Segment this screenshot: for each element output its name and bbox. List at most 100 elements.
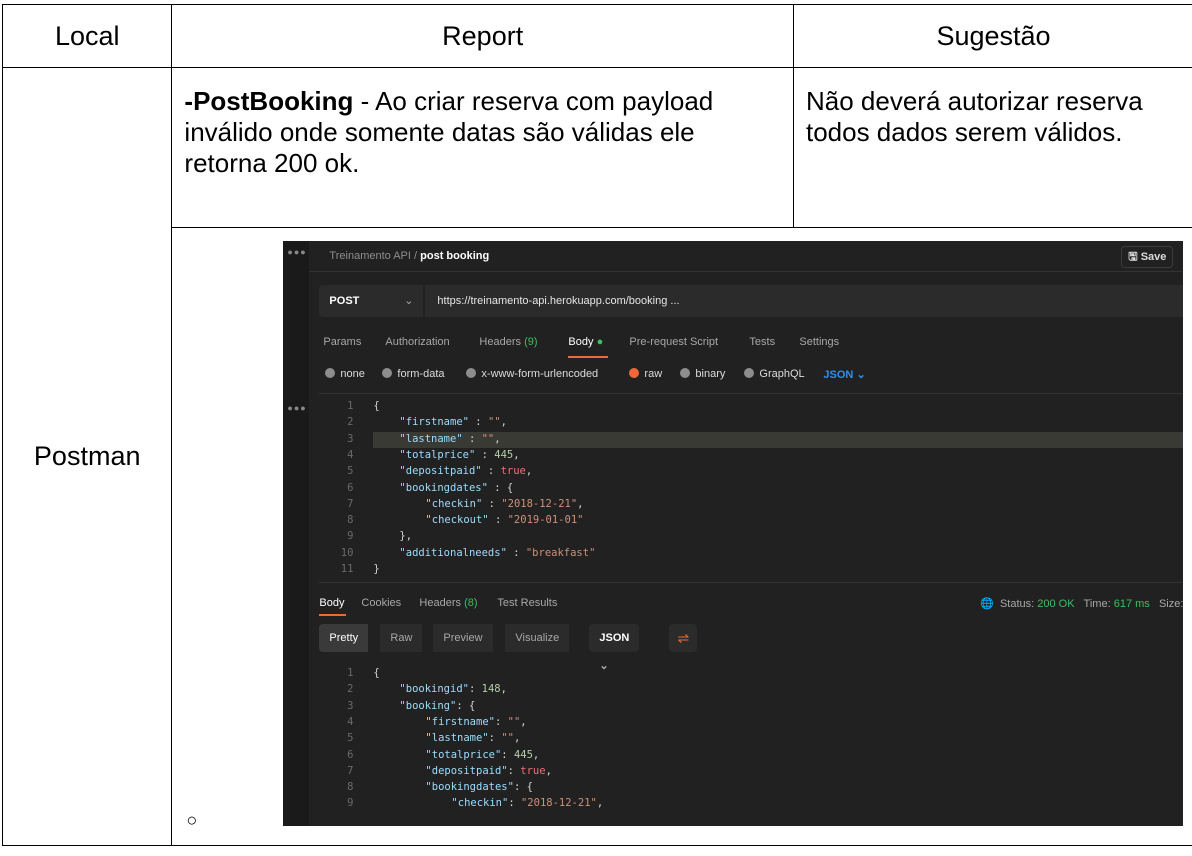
code-line: "firstname": "", [425, 715, 527, 728]
screenshot-cell: ●●● ●●● Treinamento API / post booking 🖫… [171, 227, 1192, 846]
tab-headers[interactable]: Headers (9) [479, 336, 537, 348]
code-line: { [373, 667, 380, 679]
radio-graphql[interactable]: GraphQL [744, 368, 805, 380]
breadcrumb: Treinamento API / post booking [329, 250, 490, 262]
line-number: 9 [347, 530, 354, 543]
radio-x-www-form-urlencoded[interactable]: x-www-form-urlencoded [466, 368, 598, 380]
save-icon: 🖫 [1128, 251, 1138, 263]
line-number: 7 [347, 497, 354, 510]
wrap-lines-icon[interactable]: ⇌ [669, 624, 698, 652]
code-line: "checkout" : "2019-01-01" [425, 514, 584, 527]
format-raw[interactable]: Raw [380, 624, 423, 652]
code-line: "additionalneeds" : "breakfast" [399, 546, 596, 559]
request-tabs: Params Authorization Headers (9) Body ● … [323, 336, 1183, 358]
chevron-down-icon: ⌄ [856, 369, 866, 381]
line-number: 9 [347, 797, 354, 810]
chevron-down-icon: ⌄ [404, 295, 414, 307]
body-type-options: none form-data x-www-form-urlencoded raw… [325, 368, 1183, 384]
tab-params[interactable]: Params [323, 336, 361, 348]
tab-body[interactable]: Body ● [568, 336, 603, 348]
code-line: "checkin" : "2018-12-21", [425, 497, 584, 510]
method-select[interactable]: POST ⌄ [319, 285, 424, 317]
request-body-editor[interactable]: 1 {2 "firstname" : "", 3 "lastname" : "", 4 "t… [319, 393, 1184, 583]
response-tab-headers[interactable]: Headers (8) [419, 597, 477, 609]
report-cell: -PostBooking - Ao criar reserva com payl… [171, 67, 794, 228]
line-number: 4 [347, 715, 354, 728]
code-line: "booking": { [399, 699, 476, 712]
line-number: 7 [347, 764, 354, 777]
sidebar-gutter: ●●● ●●● [283, 241, 310, 826]
response-tab-test-results[interactable]: Test Results [497, 597, 557, 609]
radio-raw[interactable]: raw [629, 368, 662, 380]
url-input[interactable]: https://treinamento-api.herokuapp.com/bo… [425, 285, 1184, 317]
request-header: Treinamento API / post booking 🖫 Save [309, 241, 1184, 272]
save-button[interactable]: 🖫 Save [1121, 246, 1174, 268]
suggestion-cell: Não deverá autorizar reserva todos dados… [792, 67, 1192, 228]
line-number: 6 [347, 748, 354, 761]
response-status: 🌐 Status: 200 OK Time: 617 ms Size: [980, 598, 1184, 610]
tab-pre-request-script[interactable]: Pre-request Script [629, 336, 718, 348]
line-number: 10 [340, 546, 354, 559]
code-line: "firstname" : "", [399, 416, 507, 429]
code-line: } [373, 563, 380, 575]
line-number: 8 [347, 781, 354, 794]
format-preview[interactable]: Preview [433, 624, 493, 652]
code-line: "lastname": "", [425, 732, 521, 745]
postman-screenshot: ●●● ●●● Treinamento API / post booking 🖫… [283, 241, 1184, 826]
breadcrumb-request[interactable]: post booking [420, 250, 489, 262]
url-row: POST ⌄ https://treinamento-api.herokuapp.… [319, 285, 1184, 317]
line-number: 2 [347, 416, 354, 429]
response-tab-underline [319, 614, 347, 616]
code-line: "depositpaid" : true, [399, 465, 533, 478]
code-line: "totalprice" : 445, [399, 448, 520, 461]
code-line: { [373, 400, 380, 412]
line-number: 5 [347, 465, 354, 478]
line-number: 1 [347, 667, 354, 679]
radio-none[interactable]: none [325, 368, 365, 380]
code-line: "totalprice": 445, [425, 748, 540, 761]
radio-form-data[interactable]: form-data [382, 368, 445, 380]
local-value: Postman [33, 441, 141, 471]
code-line: "bookingdates": { [425, 781, 533, 794]
header-local: Local [1, 4, 173, 68]
breadcrumb-collection[interactable]: Treinamento API [329, 250, 411, 262]
code-line: }, [399, 530, 413, 543]
radio-binary[interactable]: binary [680, 368, 725, 380]
response-tab-body[interactable]: Body [319, 597, 344, 609]
tab-authorization[interactable]: Authorization [385, 336, 449, 348]
code-line: "checkin": "2018-12-21", [451, 797, 604, 810]
line-number: 11 [340, 563, 354, 575]
code-line: "depositpaid": true, [425, 764, 552, 777]
header-suggestion: Sugestão [792, 4, 1192, 68]
more-icon: ●●● [287, 247, 307, 257]
suggestion-text: Não deverá autorizar reserva todos dados… [805, 86, 1143, 147]
line-number: 6 [347, 481, 354, 494]
response-tab-cookies[interactable]: Cookies [361, 597, 401, 609]
line-number: 2 [347, 683, 354, 696]
globe-icon: 🌐 [980, 598, 994, 610]
tab-tests[interactable]: Tests [749, 336, 775, 348]
code-line: "bookingid": 148, [399, 683, 507, 696]
code-line: "lastname" : "", [399, 432, 501, 445]
response-format-select[interactable]: JSON ⌄ [589, 624, 640, 672]
more-icon: ●●● [287, 403, 307, 413]
format-visualize[interactable]: Visualize [505, 624, 570, 652]
line-number: 4 [347, 448, 354, 461]
list-bullet: ○ [186, 810, 198, 830]
active-tab-underline [568, 356, 609, 358]
line-number: 3 [347, 699, 354, 712]
response-tabs: Body Cookies Headers (8) Test Results 🌐 … [319, 597, 1184, 616]
header-report: Report [171, 4, 794, 68]
line-number: 8 [347, 514, 354, 527]
line-number: 1 [347, 400, 354, 412]
line-number: 3 [347, 432, 354, 445]
tab-settings[interactable]: Settings [799, 336, 839, 348]
code-line: "bookingdates" : { [399, 481, 514, 494]
line-number: 5 [347, 732, 354, 745]
body-format-select[interactable]: JSON ⌄ [823, 368, 865, 381]
report-title: -PostBooking [184, 86, 354, 116]
format-pretty[interactable]: Pretty [319, 624, 369, 652]
report-table: Local Report Sugestão Postman -PostBooki… [1, 4, 1192, 846]
local-cell: Postman [1, 67, 173, 846]
response-body-viewer[interactable]: 1 {2 "bookingid": 148, 3 "booking": { 4 "first… [319, 661, 1183, 816]
